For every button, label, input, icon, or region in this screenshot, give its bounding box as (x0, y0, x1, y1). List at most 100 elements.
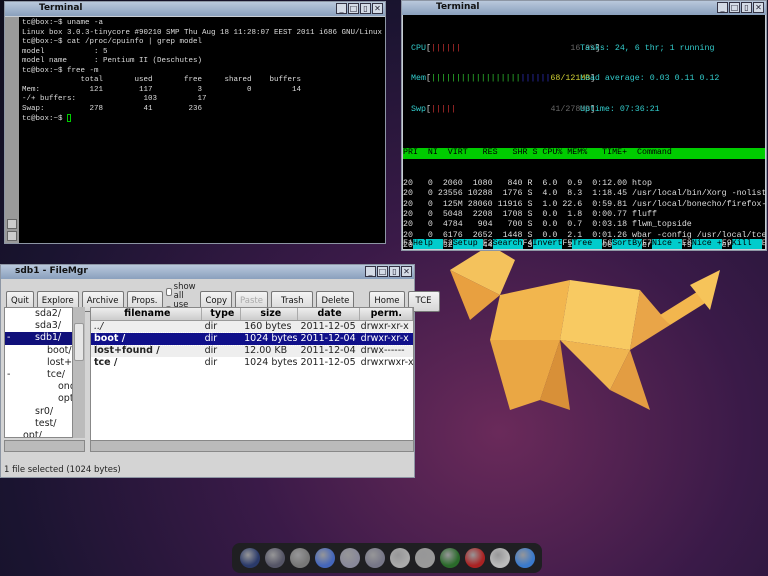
terminal-line: total used free shared buffers (22, 76, 302, 84)
minimize-icon[interactable]: _ (365, 266, 376, 277)
window-title: sdb1 - FileMgr (15, 266, 88, 276)
show-all-checkbox[interactable]: show all (165, 282, 198, 301)
fkey-f1[interactable]: F1Help (403, 238, 443, 249)
fkey-number: F3 (482, 238, 493, 248)
firefox-icon[interactable] (514, 548, 535, 568)
swap-meter-label: Swp (411, 105, 426, 115)
file-date: 2011-12-05 (300, 357, 356, 368)
cpu-meter-label: CPU (411, 43, 426, 53)
fkey-f3[interactable]: F3Search (482, 238, 523, 249)
restore-icon[interactable]: ▯ (360, 3, 371, 14)
fkey-f9[interactable]: F9Kill (722, 238, 762, 249)
apps-audit-icon[interactable] (289, 548, 310, 568)
fkey-f10[interactable]: F10Quit (762, 239, 765, 249)
tree-item-label: boot/ (47, 344, 72, 356)
file-perm: drwx------ (360, 345, 405, 356)
tree-item-label: test/ (35, 417, 57, 429)
power-icon[interactable] (239, 548, 260, 568)
fkey-number: F1 (403, 238, 413, 248)
fkey-label: SortBy (612, 238, 643, 249)
column-header-type[interactable]: type (202, 308, 242, 320)
scrollbar[interactable] (5, 17, 19, 243)
fkey-number: F2 (442, 238, 453, 248)
tree-item-label: sda2/ (35, 308, 62, 319)
window-title: Terminal (436, 2, 480, 12)
show-all-label: show all (173, 282, 196, 301)
restore-icon[interactable]: ▯ (741, 2, 752, 13)
column-header-filename[interactable]: filename (91, 308, 202, 320)
terminal-line: Mem: 121 117 3 0 14 (22, 85, 302, 94)
exit-icon[interactable] (389, 548, 410, 568)
cursor (67, 114, 72, 122)
file-list[interactable]: filename type size date perm. ../ dir 160 byte… (90, 307, 414, 452)
dock (232, 543, 542, 573)
file-date: 2011-12-04 (300, 333, 356, 344)
terminal-line: tc@box:~$ uname -a (22, 19, 104, 27)
fkey-label: Kill (731, 238, 762, 249)
terminal-line: Swap: 278 41 236 (22, 104, 203, 113)
file-perm: drwxr-xr-x (360, 333, 409, 344)
file-row[interactable]: ../ dir 160 bytes 2011-12-05 drwxr-xr-x (91, 321, 413, 333)
tree-vertical-scrollbar[interactable] (72, 307, 85, 438)
file-name: tce / (94, 357, 118, 368)
usb-icon[interactable] (489, 548, 510, 568)
fkey-f5[interactable]: F5Tree (562, 238, 603, 249)
editor-icon[interactable] (314, 548, 335, 568)
column-header-date[interactable]: date (298, 308, 360, 320)
title-bar[interactable]: Terminal _ □ ▯ ✕ (5, 2, 385, 16)
function-key-bar: F1Help F2Setup F3Search F4Invert F5Tree F6… (403, 238, 765, 249)
tree-horizontal-scrollbar[interactable] (4, 440, 85, 452)
expander[interactable]: - (7, 332, 10, 344)
load-average: Load average: 0.03 0.11 0.12 (580, 74, 720, 84)
restore-icon[interactable]: ▯ (389, 266, 400, 277)
maximize-icon[interactable]: □ (729, 2, 740, 13)
file-row[interactable]: tce / dir 1024 bytes 2011-12-05 drwxrwxr-x (91, 357, 413, 369)
installer-icon[interactable] (364, 548, 385, 568)
close-icon[interactable]: ✕ (372, 3, 383, 14)
list-horizontal-scrollbar[interactable] (90, 440, 414, 452)
file-name: boot / (94, 333, 126, 344)
process-row[interactable]: 20 0 2060 1080 840 R 6.0 0.9 0:12.00 hto… (403, 179, 765, 189)
file-row[interactable]: lost+found / dir 12.00 KB 2011-12-04 drwx---… (91, 345, 413, 357)
fkey-number: F7 (642, 238, 653, 248)
minimize-icon[interactable]: _ (336, 3, 347, 14)
terminal-output[interactable]: tc@box:~$ uname -a Linux box 3.0.3-tinyco… (19, 17, 385, 243)
fkey-f6[interactable]: F6SortBy (602, 238, 643, 249)
terminal-line: model name : Pentium II (Deschutes) (22, 57, 203, 65)
process-row[interactable]: 20 0 5048 2208 1708 S 0.0 1.8 0:00.77 fl… (403, 210, 765, 220)
terminal-line: tc@box:~$ cat /proc/cpuinfo | grep model (22, 38, 203, 46)
file-type: dir (204, 321, 218, 332)
minimize-icon[interactable]: _ (717, 2, 728, 13)
file-name: lost+found / (94, 345, 160, 356)
process-row[interactable]: 20 0 125M 28060 11916 S 1.0 22.6 0:59.81… (403, 200, 765, 210)
htop-output[interactable]: CPU[|||||| 16.9%] Tasks: 24, 6 thr; 1 run… (403, 15, 765, 249)
maximize-icon[interactable]: □ (348, 3, 359, 14)
tree-item-label: tce/ (47, 368, 65, 380)
file-perm: drwxr-xr-x (360, 321, 409, 332)
fkey-f8[interactable]: F8Nice + (682, 238, 722, 249)
expander[interactable]: - (7, 369, 10, 381)
fkey-f4[interactable]: F4Invert (523, 238, 563, 249)
column-header-size[interactable]: size (241, 308, 299, 320)
fkey-label: Nice + (691, 238, 722, 249)
title-bar[interactable]: sdb1 - FileMgr _ □ ▯ ✕ (1, 265, 414, 279)
process-row[interactable]: 20 0 23556 10288 1776 S 4.0 8.3 1:18.45 … (403, 189, 765, 199)
close-icon[interactable]: ✕ (401, 266, 412, 277)
process-row[interactable]: 20 0 4784 904 700 S 0.0 0.7 0:03.18 flwm… (403, 220, 765, 230)
title-bar[interactable]: Terminal _ □ ▯ ✕ (402, 1, 766, 15)
cpu-monitor-icon[interactable] (439, 548, 460, 568)
file-size: 1024 bytes (244, 357, 298, 368)
control-panel-icon[interactable] (339, 548, 360, 568)
maximize-icon[interactable]: □ (377, 266, 388, 277)
process-table-header[interactable]: PRI NI VIRT RES SHR S CPU% MEM% TIME+ Co… (403, 148, 765, 159)
fkey-f2[interactable]: F2Setup (442, 238, 483, 249)
file-date: 2011-12-04 (300, 345, 356, 356)
mount-tool-icon[interactable] (414, 548, 435, 568)
fkey-f7[interactable]: F7Nice - (642, 238, 682, 249)
column-header-perm[interactable]: perm. (360, 308, 413, 320)
wifi-icon[interactable] (464, 548, 485, 568)
terminal-icon[interactable] (264, 548, 285, 568)
file-row[interactable]: boot / dir 1024 bytes 2011-12-04 drwxr-xr-x (91, 332, 413, 346)
tree-item-label: opt/ (23, 429, 42, 438)
close-icon[interactable]: ✕ (753, 2, 764, 13)
